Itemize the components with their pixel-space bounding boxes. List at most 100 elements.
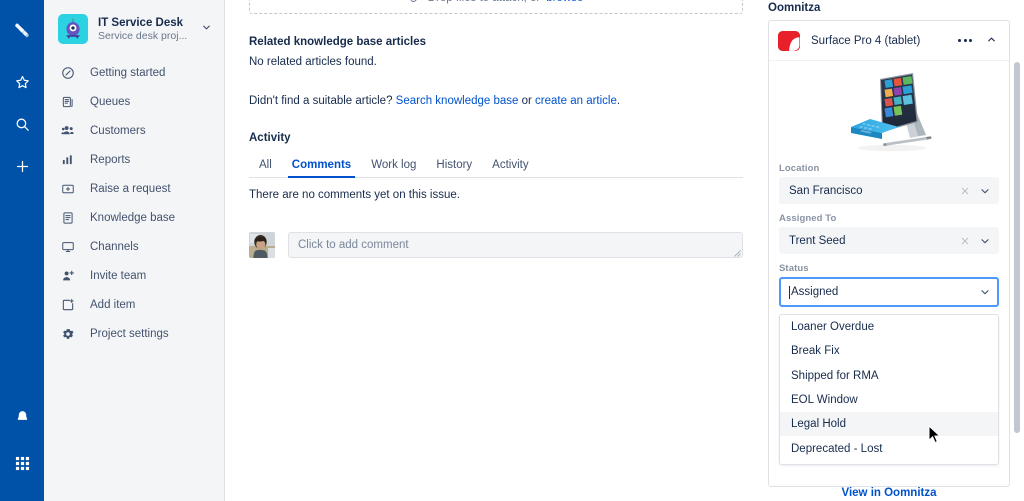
attachment-dropzone[interactable]: Drop files to attach, or browse (249, 0, 743, 14)
sidebar-item-label: Getting started (90, 66, 166, 79)
add-comment-placeholder: Click to add comment (298, 239, 409, 251)
project-meta: IT Service Desk Service desk proj... (98, 16, 197, 43)
view-in-oomnitza-link[interactable]: View in Oomnitza (768, 487, 1010, 499)
tab-activity[interactable]: Activity (482, 159, 538, 177)
status-option[interactable]: Break Fix (780, 339, 998, 363)
assigned-to-value: Trent Seed (789, 234, 846, 247)
status-field-block: Status Assigned (769, 263, 1009, 307)
resize-handle-icon[interactable] (733, 248, 741, 257)
kb-prompt-middle: or (518, 95, 536, 107)
chevron-up-icon[interactable] (978, 28, 999, 54)
sidebar-item-customers[interactable]: Customers (44, 116, 224, 145)
text-caret (789, 285, 790, 299)
status-option[interactable]: Legal Hold (780, 412, 998, 437)
notifications-bell-icon[interactable] (6, 401, 38, 433)
compass-icon (58, 66, 78, 80)
reports-bar-chart-icon (58, 153, 78, 167)
avatar (249, 232, 275, 258)
sidebar-item-label: Queues (90, 95, 131, 108)
tab-all[interactable]: All (249, 159, 282, 177)
issue-main-content: Drop files to attach, or browse Related … (225, 0, 761, 501)
dropzone-browse-link[interactable]: browse (546, 0, 583, 4)
status-field-label: Status (779, 263, 809, 274)
app-switcher-grid-icon[interactable] (6, 447, 38, 479)
panel-title: Oomnitza (768, 2, 821, 14)
sidebar-item-getting-started[interactable]: Getting started (44, 58, 224, 87)
kb-prompt-prefix: Didn't find a suitable article? (249, 95, 396, 107)
add-comment-input[interactable]: Click to add comment (288, 232, 743, 258)
status-value: Assigned (791, 286, 839, 298)
status-option[interactable]: Shipped for RMA (780, 364, 998, 388)
status-options-dropdown[interactable]: Loaner Overdue Break Fix Shipped for RMA… (779, 314, 999, 465)
status-option[interactable]: EOL Window (780, 388, 998, 412)
activity-tabs: All Comments Work log History Activity (249, 153, 743, 178)
star-icon[interactable] (6, 66, 38, 98)
gear-icon (58, 327, 78, 341)
sidebar-item-raise-a-request[interactable]: Raise a request (44, 174, 224, 203)
sidebar-item-label: Raise a request (90, 182, 171, 195)
status-option[interactable]: Loaner Overdue (780, 315, 998, 339)
dropzone-text: Drop files to attach, or (428, 0, 541, 4)
chevron-down-icon[interactable] (197, 20, 216, 38)
sidebar-item-label: Customers (90, 124, 146, 137)
asset-device-image (769, 65, 1009, 161)
sidebar-item-invite-team[interactable]: Invite team (44, 261, 224, 290)
customers-icon (58, 123, 78, 138)
search-icon[interactable] (6, 108, 38, 140)
sidebar-item-knowledge-base[interactable]: Knowledge base (44, 203, 224, 232)
assigned-to-field-block: Assigned To Trent Seed (769, 213, 1009, 254)
oomnitza-asset-card: Surface Pro 4 (tablet) Location San Fran… (768, 20, 1010, 487)
tab-work-log[interactable]: Work log (361, 159, 426, 177)
queues-icon (58, 95, 78, 109)
oomnitza-panel: Oomnitza Surface Pro 4 (tablet) Location… (761, 0, 1024, 501)
sidebar-item-queues[interactable]: Queues (44, 87, 224, 116)
panel-scrollbar-thumb[interactable] (1014, 62, 1020, 433)
no-comments-text: There are no comments yet on this issue. (249, 189, 460, 201)
kb-prompt-suffix: . (616, 95, 621, 107)
raise-request-icon (58, 182, 78, 196)
sidebar-item-add-item[interactable]: Add item (44, 290, 224, 319)
project-header[interactable]: IT Service Desk Service desk proj... (44, 0, 224, 54)
invite-team-person-plus-icon (58, 269, 78, 283)
assigned-to-select[interactable]: Trent Seed (779, 227, 999, 254)
project-title: IT Service Desk (98, 16, 184, 29)
tab-history[interactable]: History (426, 159, 482, 177)
chevron-down-icon[interactable] (979, 286, 991, 298)
location-select[interactable]: San Francisco (779, 177, 999, 204)
location-field-block: Location San Francisco (769, 163, 1009, 204)
kb-prompt: Didn't find a suitable article? Search k… (249, 95, 620, 107)
chevron-down-icon[interactable] (979, 185, 991, 197)
asset-name: Surface Pro 4 (tablet) (811, 34, 921, 47)
sidebar-item-label: Add item (90, 298, 136, 311)
sidebar-item-reports[interactable]: Reports (44, 145, 224, 174)
location-value: San Francisco (789, 184, 863, 197)
jira-logo-icon[interactable] (6, 16, 38, 48)
project-avatar (58, 14, 88, 44)
kb-empty-text: No related articles found. (249, 56, 377, 68)
status-select[interactable]: Assigned (779, 277, 999, 307)
asset-card-header: Surface Pro 4 (tablet) (769, 21, 1009, 61)
chevron-down-icon[interactable] (979, 235, 991, 247)
oomnitza-logo-icon (777, 29, 801, 53)
activity-heading: Activity (249, 132, 291, 144)
close-x-icon[interactable] (956, 186, 979, 196)
close-x-icon[interactable] (956, 236, 979, 246)
sidebar-item-channels[interactable]: Channels (44, 232, 224, 261)
sidebar-item-project-settings[interactable]: Project settings (44, 319, 224, 348)
create-plus-icon[interactable] (6, 150, 38, 182)
location-field-label: Location (779, 163, 820, 174)
paperclip-icon (409, 0, 422, 6)
knowledge-base-book-icon (58, 211, 78, 225)
search-knowledge-base-link[interactable]: Search knowledge base (396, 95, 519, 107)
sidebar-item-label: Channels (90, 240, 139, 253)
project-sidebar: IT Service Desk Service desk proj... Get… (44, 0, 225, 501)
tab-comments[interactable]: Comments (282, 159, 361, 178)
channels-monitor-icon (58, 240, 78, 254)
project-subtitle: Service desk proj... (98, 29, 188, 42)
more-horizontal-icon[interactable] (952, 35, 978, 46)
sidebar-item-label: Reports (90, 153, 131, 166)
add-item-icon (58, 298, 78, 312)
create-an-article-link[interactable]: create an article (535, 95, 617, 107)
status-option[interactable]: Deprecated - Lost (780, 436, 998, 460)
global-rail-bottom-group (6, 401, 38, 501)
